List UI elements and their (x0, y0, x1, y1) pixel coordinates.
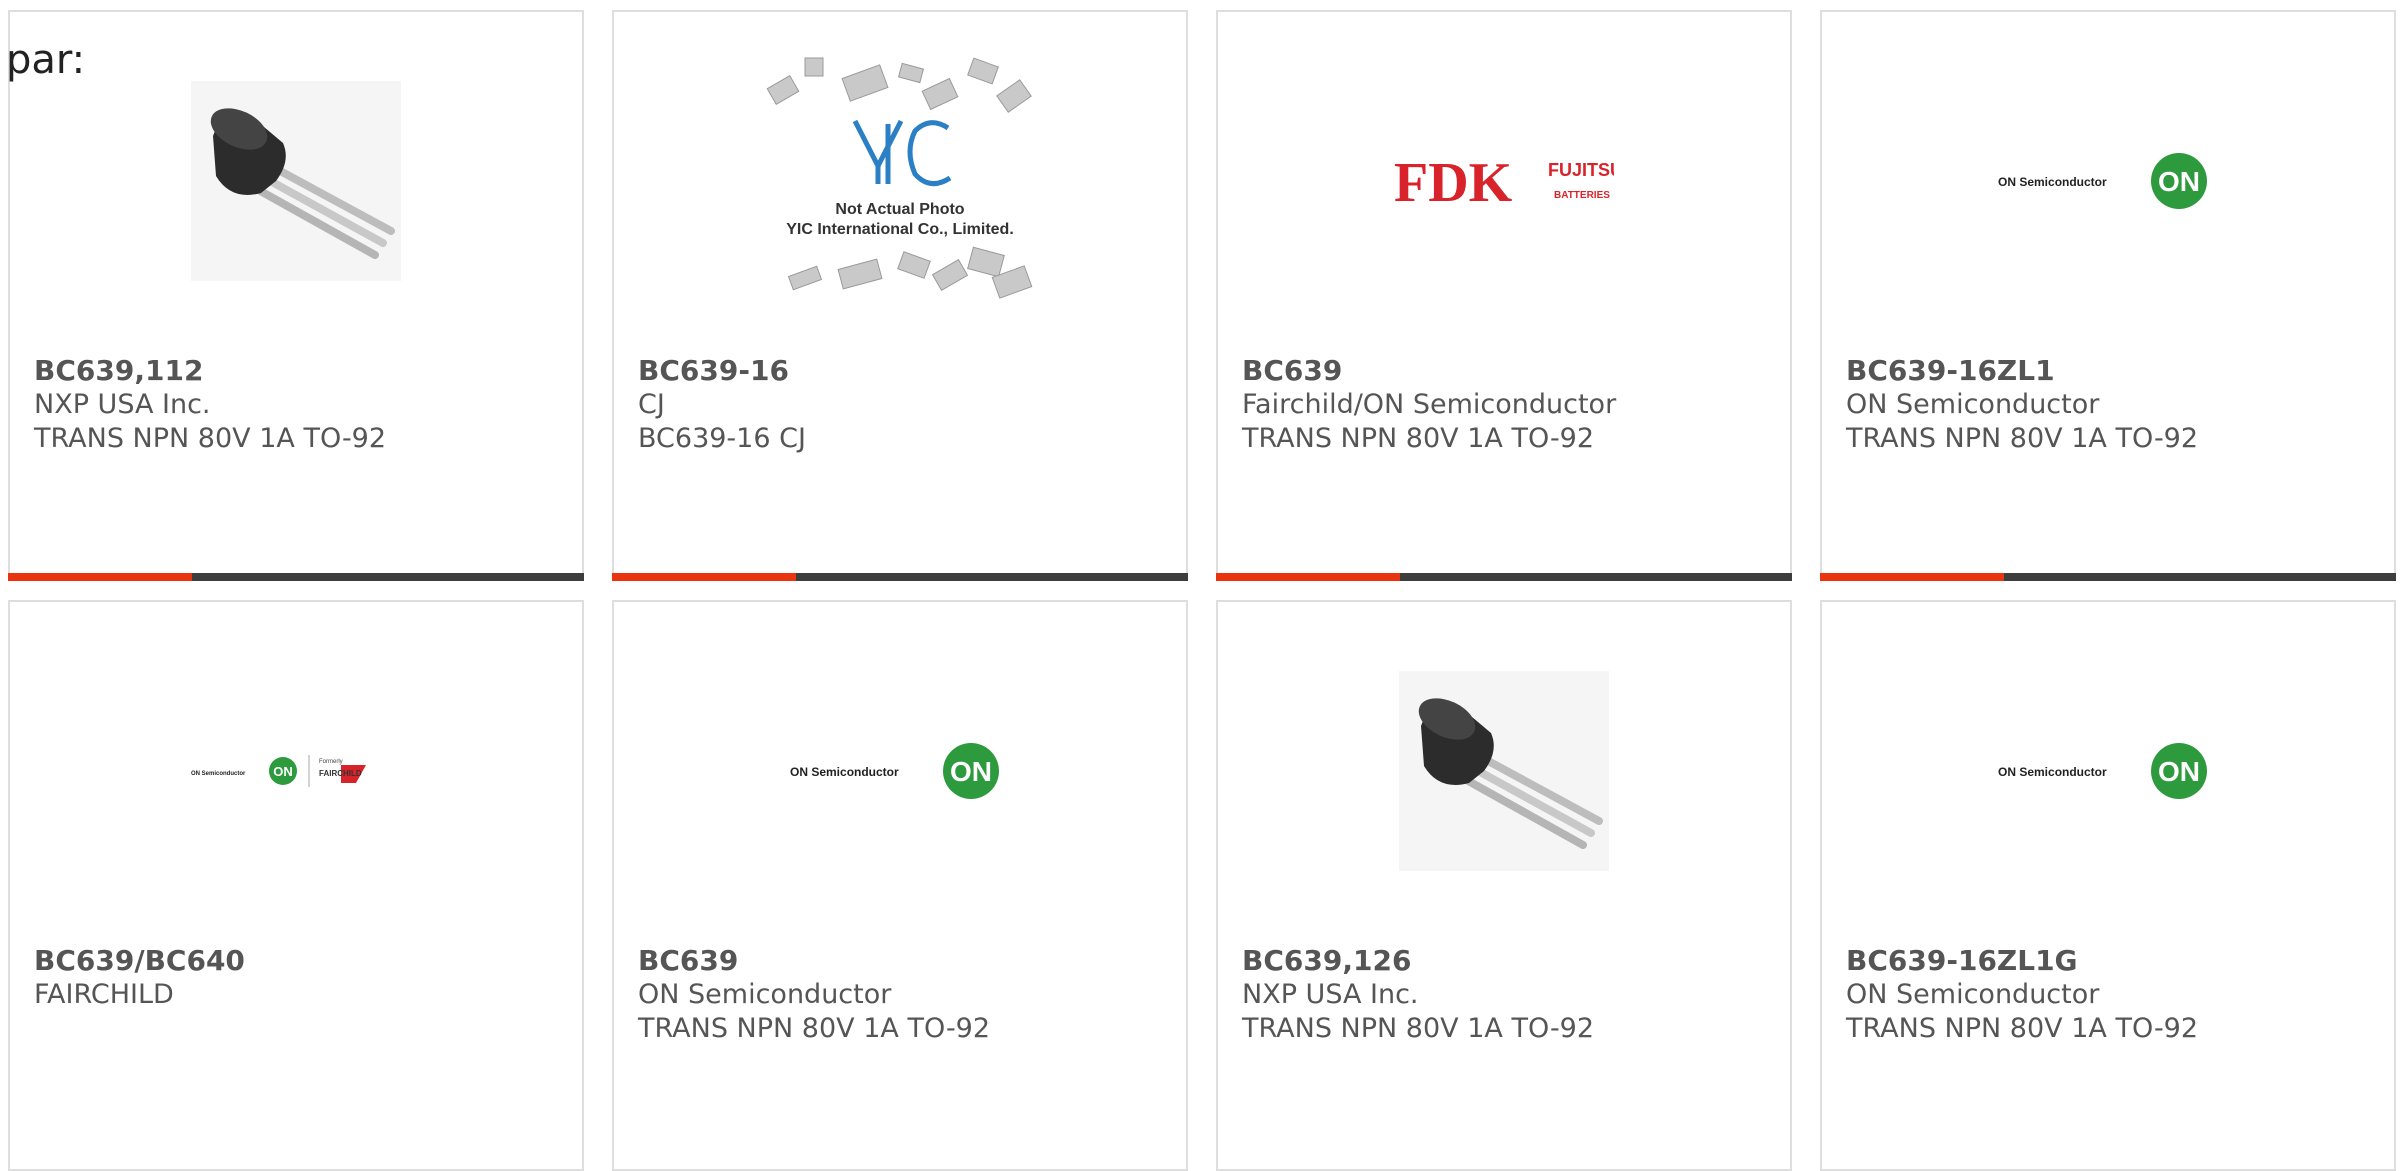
part-number[interactable]: BC639-16ZL1 (1846, 354, 2384, 388)
part-number[interactable]: BC639/BC640 (34, 944, 572, 978)
description: TRANS NPN 80V 1A TO-92 (1242, 1013, 1595, 1044)
manufacturer: NXP USA Inc. (1242, 979, 1419, 1010)
part-number[interactable]: BC639 (638, 944, 1176, 978)
product-image: ON Semiconductor ON (614, 640, 1186, 902)
svg-text:ON: ON (273, 764, 293, 779)
on-semiconductor-logo-icon: ON Semiconductor ON (790, 743, 999, 799)
svg-text:BATTERIES: BATTERIES (1554, 190, 1610, 201)
svg-text:Formerly: Formerly (319, 759, 343, 765)
manufacturer: Fairchild/ON Semiconductor (1242, 389, 1617, 420)
product-card[interactable]: ON Semiconductor ON BC639-16ZL1 ON Semic… (1820, 10, 2396, 581)
svg-text:ON Semiconductor: ON Semiconductor (790, 765, 899, 779)
svg-text:ON Semiconductor: ON Semiconductor (1998, 765, 2107, 779)
fdk-fujitsu-logo-icon: FDK FUJITSU BATTERIES (1394, 152, 1614, 214)
manufacturer: ON Semiconductor (638, 979, 892, 1010)
description: TRANS NPN 80V 1A TO-92 (638, 1013, 991, 1044)
description: TRANS NPN 80V 1A TO-92 (1242, 423, 1595, 454)
part-number[interactable]: BC639,126 (1242, 944, 1780, 978)
product-card[interactable]: BC639,126 NXP USA Inc. TRANS NPN 80V 1A … (1216, 600, 1792, 1171)
on-fairchild-logo-icon: ON Semiconductor ON Formerly FAIRCHILD (191, 755, 366, 787)
to92-transistor-icon (1399, 671, 1609, 871)
part-number[interactable]: BC639,112 (34, 354, 572, 388)
svg-text:Not Actual Photo: Not Actual Photo (835, 201, 964, 218)
product-card[interactable]: ON Semiconductor ON BC639 ON Semiconduct… (612, 600, 1188, 1171)
description: BC639-16 CJ (638, 423, 806, 454)
part-number[interactable]: BC639-16ZL1G (1846, 944, 2384, 978)
manufacturer: CJ (638, 389, 665, 420)
description: TRANS NPN 80V 1A TO-92 (1846, 423, 2199, 454)
card-bottom-bar (8, 573, 584, 581)
manufacturer: NXP USA Inc. (34, 389, 211, 420)
part-number[interactable]: BC639-16 (638, 354, 1176, 388)
product-card[interactable]: Not Actual Photo YIC International Co., … (612, 10, 1188, 581)
on-semiconductor-logo-icon: ON Semiconductor ON (1998, 153, 2207, 209)
card-bottom-bar (1820, 573, 2396, 581)
svg-text:ON Semiconductor: ON Semiconductor (191, 771, 246, 777)
manufacturer: ON Semiconductor (1846, 389, 2100, 420)
svg-text:FDK: FDK (1394, 152, 1513, 214)
manufacturer: ON Semiconductor (1846, 979, 2100, 1010)
to92-transistor-icon (191, 81, 401, 281)
product-image: ON Semiconductor ON Formerly FAIRCHILD (10, 640, 582, 902)
product-image: ON Semiconductor ON (1822, 640, 2394, 902)
card-bottom-bar (1216, 573, 1792, 581)
svg-text:ON: ON (2158, 166, 2200, 197)
product-image: ON Semiconductor ON (1822, 50, 2394, 312)
chip-placeholder-icon: Not Actual Photo YIC International Co., … (766, 57, 1033, 299)
card-bottom-bar (612, 573, 1188, 581)
product-image (10, 50, 582, 312)
product-card[interactable]: FDK FUJITSU BATTERIES BC639 Fairchild/ON… (1216, 10, 1792, 581)
product-image: FDK FUJITSU BATTERIES (1218, 50, 1790, 312)
product-image: Not Actual Photo YIC International Co., … (614, 50, 1186, 312)
manufacturer: FAIRCHILD (34, 979, 174, 1010)
svg-text:ON Semiconductor: ON Semiconductor (1998, 175, 2107, 189)
svg-text:ON: ON (950, 756, 992, 787)
product-card[interactable]: ON Semiconductor ON BC639-16ZL1G ON Semi… (1820, 600, 2396, 1171)
svg-text:FAIRCHILD: FAIRCHILD (319, 769, 362, 778)
svg-text:YIC International Co., Limited: YIC International Co., Limited. (786, 221, 1014, 238)
product-card[interactable]: ON Semiconductor ON Formerly FAIRCHILD B… (8, 600, 584, 1171)
product-card[interactable]: BC639,112 NXP USA Inc. TRANS NPN 80V 1A … (8, 10, 584, 581)
description: TRANS NPN 80V 1A TO-92 (34, 423, 387, 454)
svg-text:ON: ON (2158, 756, 2200, 787)
intro-text: par: (6, 37, 86, 83)
product-image (1218, 640, 1790, 902)
svg-text:FUJITSU: FUJITSU (1548, 160, 1614, 180)
description: TRANS NPN 80V 1A TO-92 (1846, 1013, 2199, 1044)
on-semiconductor-logo-icon: ON Semiconductor ON (1998, 743, 2207, 799)
part-number[interactable]: BC639 (1242, 354, 1780, 388)
